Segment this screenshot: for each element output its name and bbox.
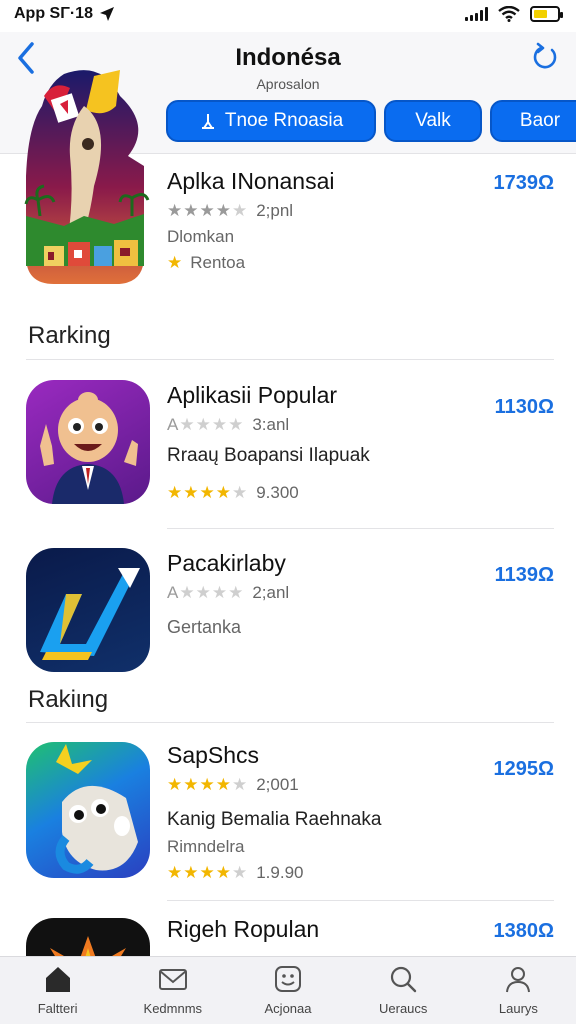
status-left: App SΓ·18 [14,5,115,23]
rating-line: ★★★★★ 2;pnl [167,201,487,221]
tab-label: Faltteri [37,1001,78,1016]
filter-chips: Tnoe Rnoasia Valk Baor [166,100,576,142]
tab-search[interactable]: Ueraucs [346,957,461,1024]
tab-actions[interactable]: Acjonaa [230,957,345,1024]
app-icon-rigeh [26,918,150,956]
list-item[interactable]: SapShcs ★★★★★ 2;001 Kanig Bemalia Raehna… [0,740,576,890]
status-bar: App SΓ·18 [0,0,576,32]
star-rating: ★★★★★ [167,863,249,882]
app-price[interactable]: 1739Ω [493,172,554,195]
app-category: Rimndelra [167,837,245,856]
star-rating: A★★★★ [167,583,245,602]
envelope-icon [158,969,187,990]
tab-label: Laurys [498,1001,538,1016]
status-app-label: App SΓ·18 [14,5,93,22]
person-warning-icon [201,114,214,129]
list-item[interactable]: Pacakirlaby A★★★★ 2;anl Gertanka 1139Ω [0,546,576,678]
app-price[interactable]: 1139Ω [495,564,554,587]
app-info: Pacakirlaby A★★★★ 2;anl Gertanka [167,550,487,638]
wifi-icon [498,6,520,22]
refresh-icon[interactable] [530,42,560,72]
app-icon-indonesia[interactable] [24,66,152,288]
home-icon [45,967,70,992]
app-category: Dlomkan [167,227,235,246]
rating-count: 2;anl [252,583,290,602]
app-icon-popular [26,380,150,504]
divider [167,528,554,529]
divider [167,900,554,901]
rating-count: 3:anl [252,415,290,434]
battery-icon [530,6,563,22]
app-description: Kanig Bemalia Raehnaka [167,809,382,830]
app-name: Pacakirlaby [167,550,286,576]
status-right [465,6,563,22]
section-title: Rakiιng [28,686,109,713]
list-item[interactable]: Rigeh Ropulan 1380Ω [0,916,576,956]
tab-label: Acjonaa [264,1001,312,1016]
section-title: Rarking [28,322,111,349]
star-rating: A★★★★ [167,415,245,434]
rating-count: 1.9.90 [256,863,304,882]
app-name: Rigeh Ropulan [167,916,320,942]
rating-line: ★★★★★ 9.300 [167,483,487,503]
tab-home[interactable]: Faltteri [0,957,115,1024]
app-tag-line: ★ Rentoa [167,253,487,273]
divider [26,359,554,360]
chip-label: Tnoe Rnoasia [224,110,344,131]
app-icon-sapshcs [26,742,150,878]
app-category: Gertanka [167,617,242,637]
tab-messages[interactable]: Kedmnms [115,957,230,1024]
user-icon [506,967,531,993]
smiley-icon [275,966,301,992]
app-name: SapShcs [167,742,260,768]
location-arrow-icon [99,7,114,21]
app-info: Aplikasii Popular A★★★★ 3:anl Rraaų Boap… [167,382,487,503]
chip-label: Valk [415,110,451,131]
star-rating: ★★★★★ [167,483,249,502]
app-tag: Rentoa [190,253,246,272]
rating-line: ★★★★★ 2;001 [167,775,487,795]
rating-count: 2;pnl [256,201,294,220]
tab-account[interactable]: Laurys [461,957,576,1024]
app-name: Aplka INonansai [167,168,335,194]
app-description: Rraaų Boapansi Ilapuak [167,445,370,466]
cellular-signal-icon [465,7,488,21]
app-icon-pacakirlaby [26,548,150,672]
tab-label: Kedmnms [143,1001,203,1016]
chip-baor[interactable]: Baor [490,100,576,142]
search-icon [391,966,417,993]
app-price[interactable]: 1295Ω [493,758,554,781]
chip-label: Baor [519,110,561,131]
rating-count: 9.300 [256,483,299,502]
rating-count: 2;001 [256,775,299,794]
app-price[interactable]: 1130Ω [495,396,554,419]
divider [26,722,554,723]
rating-line: A★★★★ 2;anl [167,583,487,603]
app-info: Aplka INonansai ★★★★★ 2;pnl Dlomkan ★ Re… [167,168,487,273]
tab-label: Ueraucs [379,1001,428,1016]
app-name: Aplikasii Popular [167,382,338,408]
chip-valk[interactable]: Valk [384,100,482,142]
app-price[interactable]: 1380Ω [493,920,554,943]
star-rating: ★★★★★ [167,775,249,794]
rating-line: ★★★★★ 1.9.90 [167,863,487,883]
star-icon: ★ [167,253,183,272]
chip-tnoe-rnoasia[interactable]: Tnoe Rnoasia [166,100,376,142]
star-rating: ★★★★★ [167,201,249,220]
tab-bar: Faltteri Kedmnms Acjonaa Ueraucs Laurys [0,956,576,1024]
list-item[interactable]: Aplikasii Popular A★★★★ 3:anl Rraaų Boap… [0,378,576,518]
rating-line: A★★★★ 3:anl [167,415,487,435]
app-info: SapShcs ★★★★★ 2;001 Kanig Bemalia Raehna… [167,742,487,883]
app-info: Rigeh Ropulan [167,916,487,943]
